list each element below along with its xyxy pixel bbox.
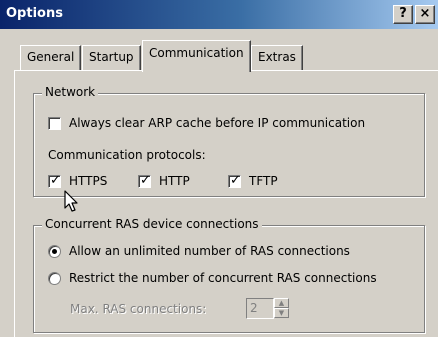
ras-legend: Concurrent RAS device connections — [42, 217, 262, 231]
close-button[interactable]: × — [415, 5, 435, 24]
max-ras-input[interactable]: 2 — [246, 298, 274, 319]
restrict-radio-row[interactable]: Restrict the number of concurrent RAS co… — [48, 271, 377, 285]
max-ras-spinner[interactable]: ▲ ▼ — [274, 298, 289, 319]
mouse-pointer-icon — [64, 190, 78, 212]
tab-extras-label: Extras — [258, 50, 296, 64]
http-checkbox-label: HTTP — [159, 174, 190, 188]
ras-group: Concurrent RAS device connections Allow … — [33, 217, 425, 333]
unlimited-radio[interactable] — [48, 244, 61, 258]
window-title: Options — [6, 6, 63, 21]
tab-startup-label: Startup — [89, 50, 134, 64]
checkmark-icon: ✓ — [50, 172, 61, 188]
https-checkbox[interactable]: ✓ — [48, 172, 61, 188]
spin-up-icon[interactable]: ▲ — [274, 298, 289, 308]
protocols-label: Communication protocols: — [48, 148, 206, 162]
tab-general-label: General — [27, 50, 75, 64]
tftp-checkbox-row[interactable]: ✓ TFTP — [228, 172, 278, 188]
max-ras-label-row: Max. RAS connections: — [70, 302, 206, 316]
arp-checkbox[interactable] — [48, 116, 61, 130]
unlimited-radio-label: Allow an unlimited number of RAS connect… — [69, 244, 350, 258]
https-checkbox-row[interactable]: ✓ HTTPS — [48, 172, 108, 188]
network-group: Network Always clear ARP cache before IP… — [33, 85, 425, 197]
max-ras-label: Max. RAS connections: — [70, 302, 207, 316]
tab-communication-label: Communication — [149, 46, 244, 60]
checkmark-icon: ✓ — [230, 172, 241, 188]
tftp-checkbox-label: TFTP — [249, 174, 278, 188]
arp-checkbox-row[interactable]: Always clear ARP cache before IP communi… — [48, 116, 365, 130]
tftp-checkbox[interactable]: ✓ — [228, 172, 241, 188]
spin-down-icon[interactable]: ▼ — [274, 308, 289, 318]
http-checkbox-row[interactable]: ✓ HTTP — [138, 172, 190, 188]
http-checkbox[interactable]: ✓ — [138, 172, 151, 188]
title-bar[interactable]: Options ? × — [0, 0, 438, 29]
unlimited-radio-row[interactable]: Allow an unlimited number of RAS connect… — [48, 244, 350, 258]
tab-extras[interactable]: Extras — [251, 45, 303, 71]
arp-checkbox-label: Always clear ARP cache before IP communi… — [69, 116, 366, 130]
checkmark-icon: ✓ — [140, 172, 151, 188]
protocols-label-row: Communication protocols: — [48, 148, 206, 162]
restrict-radio[interactable] — [48, 271, 61, 285]
tab-startup[interactable]: Startup — [82, 45, 141, 71]
https-checkbox-label: HTTPS — [69, 174, 108, 188]
restrict-radio-label: Restrict the number of concurrent RAS co… — [69, 271, 377, 285]
options-dialog: Options ? × General Startup Communicatio… — [0, 0, 438, 337]
radio-selected-dot — [52, 248, 57, 254]
tab-general[interactable]: General — [20, 45, 82, 71]
tab-communication[interactable]: Communication — [142, 40, 251, 72]
network-legend: Network — [42, 85, 99, 99]
help-button[interactable]: ? — [393, 5, 413, 24]
